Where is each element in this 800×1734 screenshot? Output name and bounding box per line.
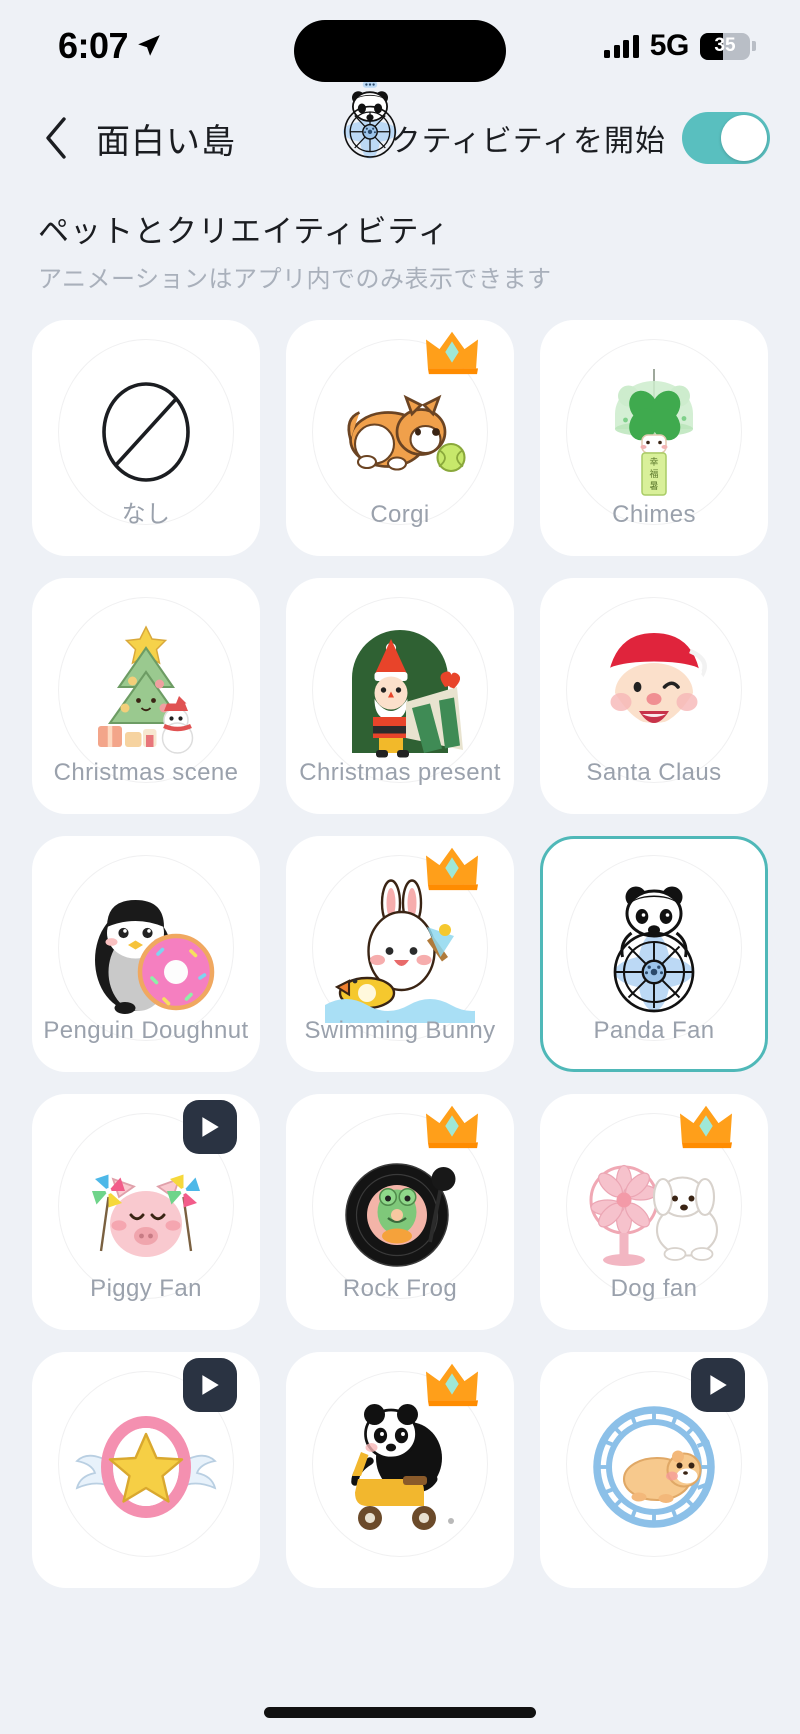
sticker-thumb	[58, 1358, 237, 1557]
penguin-doughnut-icon	[95, 900, 215, 1014]
sticker-label: Dog fan	[610, 1275, 698, 1302]
location-arrow-icon	[138, 35, 160, 56]
play-badge-icon[interactable]	[691, 1358, 745, 1412]
sticker-thumb	[58, 855, 234, 1041]
battery-tip	[752, 41, 756, 51]
wind-chime-icon: 幸福暑	[615, 369, 693, 496]
sticker-thumb	[312, 1105, 488, 1299]
panda-fan-icon	[613, 886, 695, 1013]
phone-screen: 6:07 5G 35 面白い島 アクティビティを開始 ペットとクリエイティビティ…	[0, 0, 800, 1734]
nav-right-group: アクティビティを開始	[361, 112, 770, 164]
corgi-icon	[347, 394, 466, 473]
battery-percent: 35	[714, 35, 736, 56]
crown-badge-icon	[426, 1105, 478, 1149]
sticker-card-penguin-doughnut[interactable]: Penguin Doughnut	[32, 836, 260, 1072]
santa-present-icon	[352, 630, 463, 758]
sticker-card-christmas-scene[interactable]: Christmas scene	[32, 578, 260, 814]
dog-fan-icon	[589, 1164, 719, 1266]
status-bar-left: 6:07	[58, 25, 162, 67]
sticker-thumb	[566, 597, 742, 783]
play-badge-icon[interactable]	[183, 1100, 237, 1154]
section-header: ペットとクリエイティビティ アニメーションはアプリ内でのみ表示できます	[0, 184, 800, 294]
sticker-card-rock-frog[interactable]: Rock Frog	[286, 1094, 514, 1330]
sticker-label: Rock Frog	[342, 1275, 458, 1302]
sticker-thumb	[312, 847, 488, 1041]
start-activity-toggle[interactable]	[682, 112, 770, 164]
sticker-label: Christmas scene	[53, 759, 239, 786]
battery-icon: 35	[700, 32, 750, 60]
network-label: 5G	[649, 29, 690, 62]
sticker-card-panda-scooter[interactable]	[286, 1352, 514, 1588]
sticker-label: なし	[121, 501, 171, 528]
rock-frog-icon	[345, 1163, 456, 1267]
status-bar: 6:07 5G 35	[0, 0, 800, 92]
sticker-card-chimes[interactable]: 幸福暑 Chimes	[540, 320, 768, 556]
sticker-thumb	[312, 1363, 488, 1557]
sticker-label: Christmas present	[299, 759, 501, 786]
santa-face-icon	[606, 633, 707, 744]
svg-text:幸: 幸	[649, 457, 658, 467]
sticker-thumb	[58, 1100, 237, 1299]
crown-badge-icon	[426, 331, 478, 375]
sticker-label: Swimming Bunny	[304, 1017, 496, 1044]
toggle-knob	[721, 115, 767, 161]
sticker-card-corgi[interactable]: Corgi	[286, 320, 514, 556]
back-button[interactable]	[34, 112, 78, 164]
sticker-thumb	[566, 855, 742, 1041]
crown-badge-icon	[426, 1363, 478, 1407]
sticker-card-christmas-present[interactable]: Christmas present	[286, 578, 514, 814]
sticker-grid: なし Corgi 幸 福 暑 Chimes Christmas scene Ch…	[0, 320, 800, 1588]
sticker-card-winged-star[interactable]	[32, 1352, 260, 1588]
home-indicator[interactable]	[264, 1707, 536, 1718]
swimming-bunny-icon	[325, 879, 475, 1023]
sticker-card-dog-fan[interactable]: Dog fan	[540, 1094, 768, 1330]
play-badge-icon[interactable]	[183, 1358, 237, 1412]
panda-scooter-icon	[351, 1404, 454, 1530]
crown-badge-icon	[680, 1105, 732, 1149]
crown-badge-icon	[426, 847, 478, 891]
chevron-left-icon	[46, 117, 66, 159]
cellular-bars-icon	[604, 34, 639, 58]
christmas-tree-icon	[98, 625, 194, 754]
sticker-label: Piggy Fan	[90, 1275, 202, 1302]
sticker-label: Penguin Doughnut	[43, 1017, 249, 1044]
svg-text:福: 福	[649, 468, 658, 479]
sticker-label: Chimes	[612, 501, 696, 528]
sticker-label: Santa Claus	[586, 759, 722, 786]
sticker-card-none[interactable]: なし	[32, 320, 260, 556]
sticker-thumb	[58, 597, 234, 783]
section-title: ペットとクリエイティビティ	[38, 214, 450, 249]
section-subtitle: アニメーションはアプリ内でのみ表示できます	[38, 266, 552, 293]
sticker-label: Panda Fan	[593, 1017, 715, 1044]
status-time: 6:07	[58, 25, 129, 66]
sticker-card-panda-fan[interactable]: Panda Fan	[540, 836, 768, 1072]
sticker-thumb	[312, 597, 488, 783]
start-activity-label: アクティビティを開始	[361, 125, 666, 158]
sticker-card-piggy-fan[interactable]: Piggy Fan	[32, 1094, 260, 1330]
sticker-thumb	[312, 331, 488, 525]
sticker-label: Corgi	[370, 501, 430, 528]
dynamic-island	[294, 20, 506, 82]
sticker-thumb	[566, 1358, 745, 1557]
sticker-thumb	[566, 1105, 742, 1299]
page-title: 面白い島	[96, 122, 236, 161]
sticker-thumb: 幸福暑	[566, 339, 742, 525]
none-circle-slash-icon	[102, 382, 190, 482]
status-bar-right: 5G 35	[604, 29, 756, 63]
svg-text:暑: 暑	[649, 481, 658, 491]
sticker-card-swimming-bunny[interactable]: Swimming Bunny	[286, 836, 514, 1072]
nav-bar: 面白い島 アクティビティを開始	[0, 92, 800, 184]
sticker-card-santa-claus[interactable]: Santa Claus	[540, 578, 768, 814]
sticker-card-hamster-wheel[interactable]	[540, 1352, 768, 1588]
